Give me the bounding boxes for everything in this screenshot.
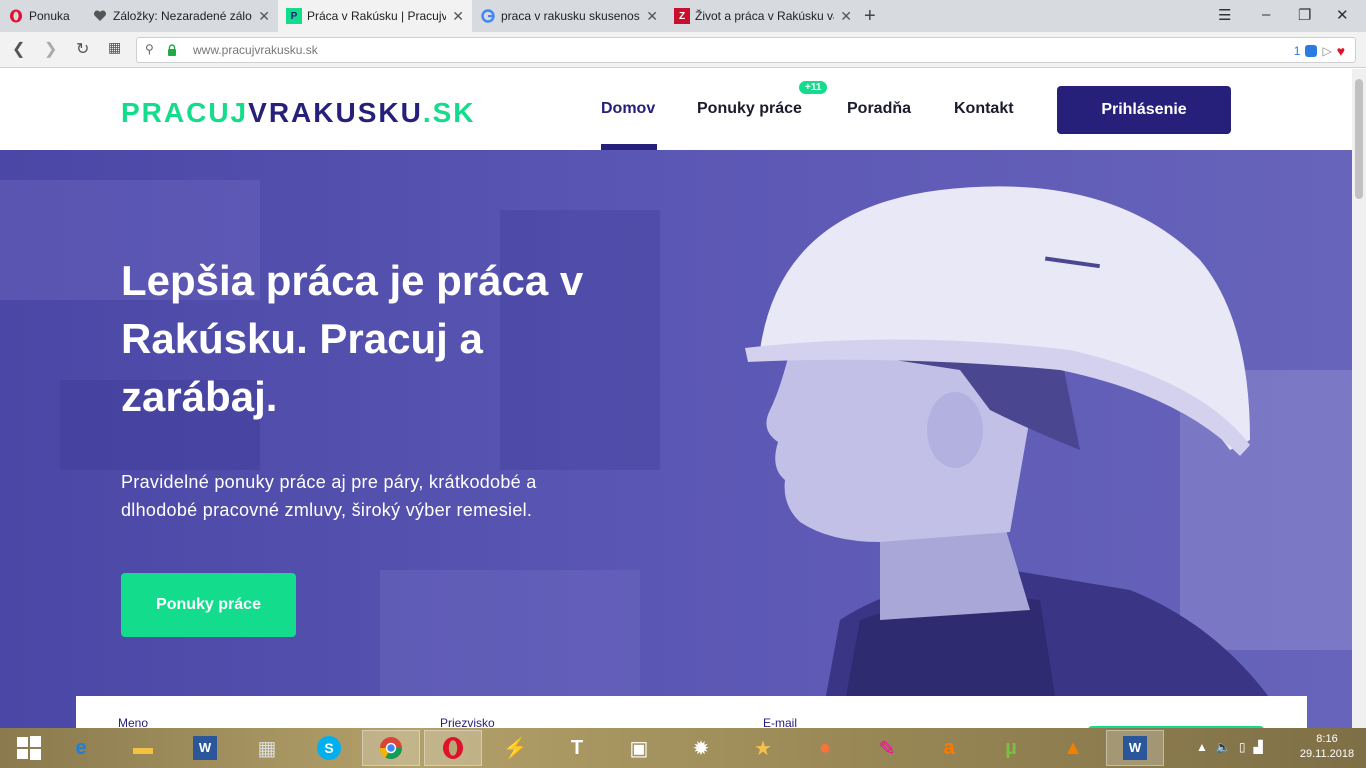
- address-bar[interactable]: ⚲ www.pracujvrakusku.sk 1 ▷ ♥: [136, 37, 1356, 63]
- site-header: PRACUJVRAKUSKU.SK Domov Ponuky práce +11…: [0, 69, 1352, 150]
- tab-title: Práca v Rakúsku | Pracujvrakusku.sk: [307, 9, 447, 23]
- text-editor-icon[interactable]: T: [548, 730, 606, 766]
- close-icon[interactable]: ✕: [258, 8, 270, 25]
- bookmark-heart-icon[interactable]: ♥: [1337, 43, 1345, 59]
- opera-menu-label: Ponuka: [29, 9, 70, 23]
- first-name-label: Meno: [118, 716, 149, 728]
- job-count-badge: +11: [799, 81, 828, 94]
- nav-poradna[interactable]: Poradňa: [847, 100, 911, 118]
- chrome-icon[interactable]: [362, 730, 420, 766]
- taskbar-clock[interactable]: 8:16 29.11.2018: [1296, 732, 1358, 762]
- minimize-icon[interactable]: –: [1262, 6, 1270, 23]
- firefox-icon[interactable]: ●: [796, 730, 854, 766]
- site-info-icon[interactable]: ⚲: [145, 42, 154, 56]
- power-icon[interactable]: ▯: [1239, 740, 1246, 754]
- opera-logo-icon: [8, 8, 24, 24]
- internet-explorer-icon[interactable]: e: [52, 730, 110, 766]
- scrollbar-thumb[interactable]: [1355, 79, 1363, 199]
- page-scrollbar[interactable]: [1352, 69, 1366, 728]
- lock-icon: [168, 44, 176, 56]
- opera-menu-button[interactable]: Ponuka: [0, 0, 84, 32]
- speed-dial-icon[interactable]: ▦: [108, 39, 121, 56]
- windows-taskbar: e ▬ W ▦ S ⚡ T ▣ ✹ ★ ● ✎ a µ ▲ W ▲ 🔈 ▯ ▟ …: [0, 728, 1366, 768]
- forward-icon[interactable]: ❯: [44, 39, 57, 59]
- hero-worker-photo: [0, 150, 1352, 728]
- avast-icon[interactable]: a: [920, 730, 978, 766]
- email-label: E-mail: [763, 716, 798, 728]
- hero-section: Lepšia práca je práca v Rakúsku. Pracuj …: [0, 150, 1352, 728]
- tab-pracujvrakusku[interactable]: P Práca v Rakúsku | Pracujvrakusku.sk ✕: [278, 0, 472, 32]
- reload-icon[interactable]: ↻: [76, 39, 89, 59]
- job-offers-button[interactable]: Ponuky práce: [121, 573, 296, 637]
- logo-part-3: .SK: [422, 97, 476, 128]
- tab-google-search[interactable]: praca v rakusku skusenosti ✕: [472, 0, 666, 32]
- heart-icon: [92, 8, 108, 24]
- address-bar-row: ❮ ❯ ↻ ▦ ⚲ www.pracujvrakusku.sk 1 ▷ ♥: [0, 32, 1366, 68]
- tab-bookmarks[interactable]: Záložky: Nezaradené záložky ✕: [84, 0, 278, 32]
- logo-part-2: VRAKUSKU: [248, 97, 423, 128]
- file-explorer-icon[interactable]: ▬: [114, 730, 172, 766]
- skype-icon[interactable]: S: [300, 730, 358, 766]
- vlc-icon[interactable]: ▲: [1044, 730, 1102, 766]
- back-icon[interactable]: ❮: [12, 39, 25, 59]
- tab-zivot-a-praca[interactable]: Z Život a práca v Rakúsku va ✕: [666, 0, 860, 32]
- login-button[interactable]: Prihlásenie: [1057, 86, 1231, 134]
- extension-count: 1: [1293, 44, 1301, 58]
- new-tab-plus-icon[interactable]: +: [864, 5, 876, 28]
- registration-form-card: Meno Priezvisko E-mail: [76, 696, 1307, 728]
- clock-date: 29.11.2018: [1299, 748, 1355, 760]
- adblock-icon[interactable]: [1305, 45, 1318, 57]
- remote-desktop-icon[interactable]: ▣: [610, 730, 668, 766]
- calculator-icon[interactable]: ▦: [238, 730, 296, 766]
- paint-icon[interactable]: ✎: [858, 730, 916, 766]
- tab-title: praca v rakusku skusenosti: [501, 9, 641, 23]
- url-text[interactable]: www.pracujvrakusku.sk: [193, 43, 318, 57]
- address-bar-extensions: 1 ▷ ♥: [1294, 43, 1345, 59]
- send-icon[interactable]: ▷: [1322, 44, 1331, 58]
- tab-title: Život a práca v Rakúsku va: [695, 9, 835, 23]
- close-icon[interactable]: ✕: [646, 8, 658, 25]
- tab-title: Záložky: Nezaradené záložky: [113, 9, 252, 23]
- system-tray: ▲ 🔈 ▯ ▟: [1196, 740, 1263, 754]
- hero-title: Lepšia práca je práca v Rakúsku. Pracuj …: [121, 257, 584, 420]
- tray-chevron-icon[interactable]: ▲: [1196, 740, 1208, 754]
- logo-part-1: PRACUJ: [121, 97, 249, 128]
- browser-tab-strip: Ponuka Záložky: Nezaradené záložky ✕ P P…: [0, 0, 1366, 32]
- network-icon[interactable]: ▟: [1253, 740, 1262, 754]
- winamp-icon[interactable]: ⚡: [486, 730, 544, 766]
- game-icon[interactable]: ★: [734, 730, 792, 766]
- opera-taskbar-icon[interactable]: [424, 730, 482, 766]
- web-page: PRACUJVRAKUSKU.SK Domov Ponuky práce +11…: [0, 69, 1352, 728]
- last-name-label: Priezvisko: [440, 716, 495, 728]
- restore-icon[interactable]: ❐: [1298, 6, 1311, 24]
- weather-icon[interactable]: ✹: [672, 730, 730, 766]
- volume-icon[interactable]: 🔈: [1216, 740, 1231, 754]
- utorrent-icon[interactable]: µ: [982, 730, 1040, 766]
- close-icon[interactable]: ✕: [840, 8, 852, 25]
- word-open-icon[interactable]: W: [1106, 730, 1164, 766]
- z-favicon-icon: Z: [674, 8, 690, 24]
- nav-ponuky-prace[interactable]: Ponuky práce: [697, 100, 802, 118]
- site-logo[interactable]: PRACUJVRAKUSKU.SK: [121, 97, 476, 129]
- windows-start-icon[interactable]: [0, 730, 58, 766]
- word-icon[interactable]: W: [176, 730, 234, 766]
- hero-subtitle: Pravidelné ponuky práce aj pre páry, krá…: [121, 472, 537, 520]
- nav-kontakt[interactable]: Kontakt: [954, 100, 1014, 118]
- nav-domov[interactable]: Domov: [601, 100, 655, 118]
- clock-time: 8:16: [1316, 733, 1338, 745]
- close-icon[interactable]: ✕: [452, 8, 464, 25]
- tab-menu-icon[interactable]: ☰: [1218, 6, 1231, 24]
- site-favicon-icon: P: [286, 8, 302, 24]
- window-close-icon[interactable]: ✕: [1336, 6, 1349, 24]
- google-icon: [480, 8, 496, 24]
